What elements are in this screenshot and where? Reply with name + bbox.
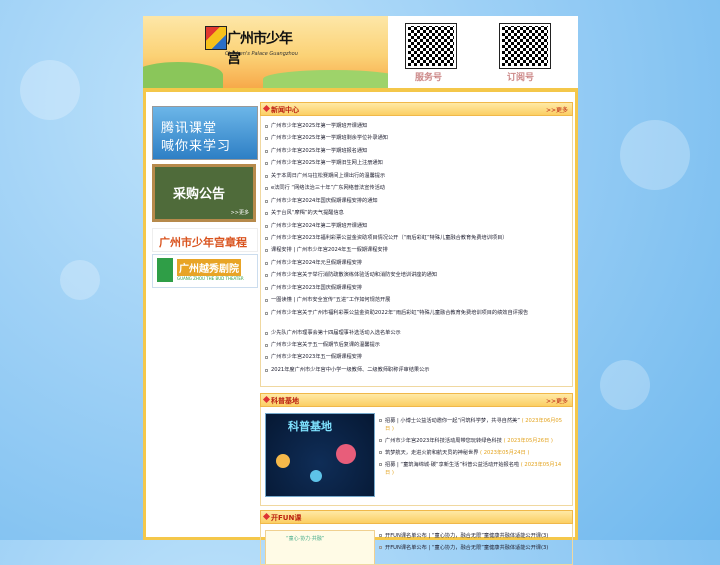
- tencent-classroom-banner[interactable]: 腾讯课堂 喊你来学习: [152, 106, 258, 160]
- news-item[interactable]: 广州市少年宫2023年福利彩票公益金资助项目情况公开（“雨后彩虹”特殊儿童融合教…: [265, 232, 565, 244]
- main-column: 新闻中心 >>更多 广州市少年宫2025年第一学期班开课通知 广州市少年宫202…: [260, 102, 573, 565]
- planet-icon: [336, 444, 356, 464]
- news-section-header: 新闻中心 >>更多: [260, 102, 573, 116]
- banner-line-1: 腾讯课堂: [161, 121, 218, 136]
- theater-banner[interactable]: 广州越秀剧院 GUANG ZHOU THE BUD THEATER: [152, 254, 258, 288]
- section-bullet-icon: [262, 104, 271, 113]
- background-bubble: [20, 60, 80, 120]
- news-item[interactable]: 关于台风“摩羯”的天气提醒信息: [265, 207, 565, 219]
- news-list: 广州市少年宫2025年第一学期班开课通知 广州市少年宫2025年第一学期班剩余学…: [265, 120, 565, 376]
- fun-section-title: 开FUN课: [271, 514, 302, 522]
- news-item[interactable]: 广州市少年宫2025年第一学期旧生网上注册通知: [265, 157, 565, 169]
- planet-icon: [276, 454, 290, 468]
- science-more-link[interactable]: >>更多: [546, 396, 568, 405]
- science-item-date: ( 2023年05月26日 ): [503, 438, 553, 444]
- news-item[interactable]: 广州市少年宫2024年国庆假期课程安排的通知: [265, 195, 565, 207]
- news-section-title: 新闻中心: [271, 106, 299, 114]
- science-item[interactable]: 筑梦航天，走进火箭和航天员的神秘世界 ( 2023年05月24日 ): [379, 449, 565, 457]
- news-item[interactable]: 关于本周日广州马拉松赛期间上课出行的温馨提示: [265, 170, 565, 182]
- news-item[interactable]: 课程安排 | 广州市少年宫2024年五一假期课程安排: [265, 244, 565, 256]
- charter-banner[interactable]: 广州市少年宫章程: [152, 228, 258, 252]
- news-item[interactable]: 广州市少年宫2025年第一学期班报名通知: [265, 145, 565, 157]
- header-banner: 广州市少年宫 Children's Palace Guangzhou: [143, 16, 388, 88]
- science-section-title: 科普基地: [271, 397, 299, 405]
- background-bubble: [620, 120, 690, 190]
- site-logo[interactable]: 广州市少年宫 Children's Palace Guangzhou: [205, 26, 298, 67]
- science-item-text: 招募 | “童筑海绵城·碳”享新生活”科普公益活动开始报名啦: [385, 462, 520, 468]
- qr-subscribe-label: 订阅号: [507, 73, 535, 83]
- science-item[interactable]: 招募 | 小博士公益活动邀你一起“问筑科学梦，共寻自然美” ( 2023年06月…: [379, 417, 565, 433]
- science-list: 招募 | 小博士公益活动邀你一起“问筑科学梦，共寻自然美” ( 2023年06月…: [379, 417, 565, 481]
- news-item[interactable]: 少先队广州市理事会第十四届理事补选活动入选名单公示: [265, 327, 565, 339]
- theater-logo-icon: [157, 258, 173, 282]
- background-bubble: [600, 360, 650, 410]
- news-item[interactable]: 广州市少年宫2023年五一假期课程安排: [265, 351, 565, 363]
- news-item[interactable]: 广州市少年宫2023年国庆假期课程安排: [265, 282, 565, 294]
- logo-subtitle: Children's Palace Guangzhou: [225, 51, 298, 57]
- news-item[interactable]: 广州市少年宫2025年第一学期班开课通知: [265, 120, 565, 132]
- fun-list: 开FUN课名单公布 | “童心协力，融合无限”童健康共融体适能公开课(3) 开F…: [379, 532, 565, 556]
- science-image-title: 科普基地: [288, 420, 332, 433]
- news-list-box: 广州市少年宫2025年第一学期班开课通知 广州市少年宫2025年第一学期班剩余学…: [260, 116, 573, 387]
- news-item[interactable]: e法同行 “网络法治三十年”广东网络普法宣传活动: [265, 182, 565, 194]
- science-image[interactable]: 科普基地: [265, 413, 375, 497]
- science-item-date: ( 2023年05月24日 ): [480, 450, 530, 456]
- science-item[interactable]: 招募 | “童筑海绵城·碳”享新生活”科普公益活动开始报名啦 ( 2023年05…: [379, 461, 565, 477]
- banner-hill: [263, 70, 388, 88]
- fun-item[interactable]: 开FUN课名单公布 | “童心协力，融合无限”童健康共融体适能公开课(3): [379, 532, 565, 540]
- page-container: 广州市少年宫 Children's Palace Guangzhou 服务号 订…: [143, 16, 578, 565]
- site-header: 广州市少年宫 Children's Palace Guangzhou 服务号 订…: [143, 16, 578, 88]
- fun-image-caption: “童心·协力·共融”: [286, 536, 325, 542]
- procurement-title: 采购公告: [173, 187, 226, 202]
- theater-title: 广州越秀剧院: [177, 259, 241, 276]
- science-section-header: 科普基地 >>更多: [260, 393, 573, 407]
- science-item-text: 筑梦航天，走进火箭和航天员的神秘世界: [385, 450, 479, 456]
- news-item[interactable]: 一图读懂 | 广州市安全宣传“五进”工作如何规范开展: [265, 294, 565, 306]
- science-box: 科普基地 招募 | 小博士公益活动邀你一起“问筑科学梦，共寻自然美” ( 202…: [260, 407, 573, 506]
- content-area: 腾讯课堂 喊你来学习 采购公告 >>更多 广州市少年宫章程 广州越秀剧院 GUA…: [143, 88, 578, 565]
- fun-section-header: 开FUN课: [260, 510, 573, 524]
- section-bullet-icon: [262, 512, 271, 521]
- news-item[interactable]: 广州市少年宫2024年元旦假期课程安排: [265, 257, 565, 269]
- news-more-link[interactable]: >>更多: [546, 105, 568, 114]
- logo-mark-icon: [205, 26, 227, 50]
- news-item[interactable]: 广州市少年宫关于广州市福利彩票公益金资助2022年“雨后彩虹”特殊儿童融合教育免…: [265, 307, 565, 327]
- banner-line-2: 喊你来学习: [161, 139, 232, 154]
- qr-code-service-icon: [405, 23, 457, 69]
- background-bubble: [60, 260, 100, 300]
- fun-box: “童心·协力·共融” 开FUN课名单公布 | “童心协力，融合无限”童健康共融体…: [260, 524, 573, 565]
- news-item[interactable]: 广州市少年宫2024年第二学期班开课通知: [265, 220, 565, 232]
- qr-service-label: 服务号: [415, 73, 443, 83]
- planet-icon: [310, 470, 322, 482]
- procurement-more-link[interactable]: >>更多: [231, 209, 249, 216]
- charter-title: 广州市少年宫章程: [159, 236, 247, 249]
- banner-hill: [143, 62, 223, 88]
- section-bullet-icon: [262, 395, 271, 404]
- procurement-notice-banner[interactable]: 采购公告 >>更多: [152, 164, 256, 222]
- science-item-text: 招募 | 小博士公益活动邀你一起“问筑科学梦，共寻自然美”: [385, 418, 520, 424]
- qr-code-subscribe-icon: [499, 23, 551, 69]
- science-item-text: 广州市少年宫2023年科技活动周带您玩转绿色科技: [385, 438, 502, 444]
- news-item[interactable]: 广州市少年宫2025年第一学期班剩余学位补录通知: [265, 132, 565, 144]
- science-item[interactable]: 广州市少年宫2023年科技活动周带您玩转绿色科技 ( 2023年05月26日 ): [379, 437, 565, 445]
- fun-image[interactable]: “童心·协力·共融”: [265, 530, 375, 564]
- news-item[interactable]: 广州市少年宫关于举行消防疏散演练体验活动和消防安全培训讲座的通知: [265, 269, 565, 281]
- theater-subtitle: GUANG ZHOU THE BUD THEATER: [177, 276, 244, 281]
- news-item[interactable]: 广州市少年宫关于五一假期节后复课的温馨提示: [265, 339, 565, 351]
- news-item[interactable]: 2021年度广州市少年宫中小学一级教师、二级教师职称评审结果公示: [265, 364, 565, 376]
- fun-item[interactable]: 开FUN课名单公布 | “童心协力，融合无限”童健康共融体适能公开课(3): [379, 544, 565, 552]
- logo-title: 广州市少年宫: [227, 31, 293, 67]
